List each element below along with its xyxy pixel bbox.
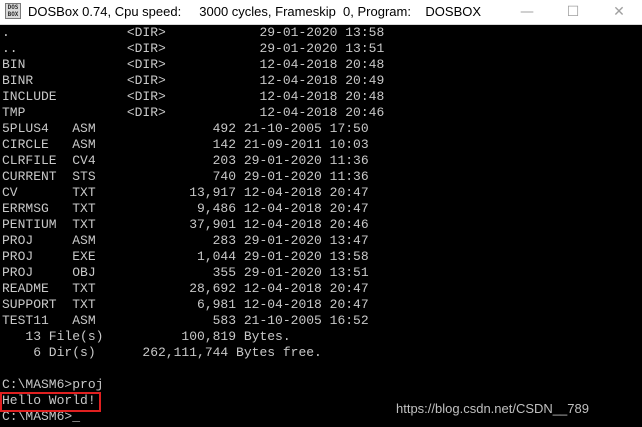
console-line: BIN <DIR> 12-04-2018 20:48 — [2, 57, 385, 72]
output-highlight-box — [0, 392, 101, 412]
title-bar[interactable]: DOS BOX DOSBox 0.74, Cpu speed: 3000 cyc… — [0, 0, 642, 25]
command-line: C:\MASM6>proj — [2, 377, 104, 392]
console-line: . <DIR> 29-01-2020 13:58 — [2, 25, 385, 40]
console-line: CIRCLE ASM 142 21-09-2011 10:03 — [2, 137, 369, 152]
close-button[interactable]: ✕ — [596, 0, 642, 24]
console-line: 5PLUS4 ASM 492 21-10-2005 17:50 — [2, 121, 369, 136]
console-line: README TXT 28,692 12-04-2018 20:47 — [2, 281, 369, 296]
console-line: PROJ OBJ 355 29-01-2020 13:51 — [2, 265, 369, 280]
window-title: DOSBox 0.74, Cpu speed: 3000 cycles, Fra… — [28, 4, 482, 19]
console-line: BINR <DIR> 12-04-2018 20:49 — [2, 73, 385, 88]
file-count-summary: 13 File(s) 100,819 Bytes. — [2, 329, 291, 344]
console-line: INCLUDE <DIR> 12-04-2018 20:48 — [2, 89, 385, 104]
console-line: PROJ EXE 1,044 29-01-2020 13:58 — [2, 249, 369, 264]
terminal-screen[interactable]: . <DIR> 29-01-2020 13:58 .. <DIR> 29-01-… — [0, 25, 642, 427]
dosbox-app-icon[interactable]: DOS BOX — [5, 3, 21, 19]
watermark: https://blog.csdn.net/CSDN__789 — [396, 401, 589, 416]
dosbox-window: DOS BOX DOSBox 0.74, Cpu speed: 3000 cyc… — [0, 0, 642, 427]
console-line: CV TXT 13,917 12-04-2018 20:47 — [2, 185, 369, 200]
console-line: CURRENT STS 740 29-01-2020 11:36 — [2, 169, 369, 184]
dir-count-summary: 6 Dir(s) 262,111,744 Bytes free. — [2, 345, 322, 360]
console-line: CLRFILE CV4 203 29-01-2020 11:36 — [2, 153, 369, 168]
console-line: .. <DIR> 29-01-2020 13:51 — [2, 41, 385, 56]
console-line: PROJ ASM 283 29-01-2020 13:47 — [2, 233, 369, 248]
console-line: PENTIUM TXT 37,901 12-04-2018 20:46 — [2, 217, 369, 232]
console-line: TEST11 ASM 583 21-10-2005 16:52 — [2, 313, 369, 328]
minimize-button[interactable]: — — [504, 0, 550, 24]
maximize-button[interactable]: ☐ — [550, 0, 596, 24]
console-line: ERRMSG TXT 9,486 12-04-2018 20:47 — [2, 201, 369, 216]
console-line: SUPPORT TXT 6,981 12-04-2018 20:47 — [2, 297, 369, 312]
console-line: TMP <DIR> 12-04-2018 20:46 — [2, 105, 385, 120]
